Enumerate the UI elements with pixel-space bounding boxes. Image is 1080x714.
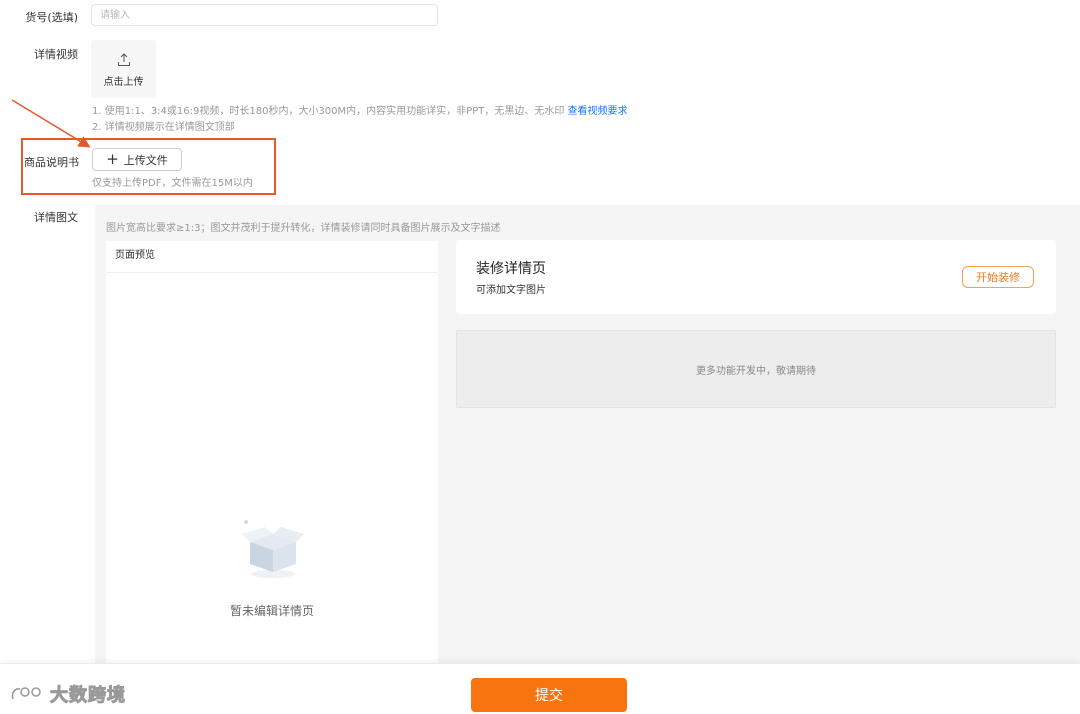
video-upload-button[interactable]: 点击上传 [91,40,156,98]
upload-file-button[interactable]: + 上传文件 [92,148,182,171]
brand-watermark: 大数跨境 [10,681,126,707]
plus-icon: + [106,150,119,168]
submit-button[interactable]: 提交 [471,678,627,712]
video-hint-text: 1. 使用1:1、3:4或16:9视频，时长180秒内，大小300M内，内容实用… [92,106,565,117]
video-label: 详情视频 [34,48,78,61]
video-hint-line2: 2. 详情视频展示在详情图文顶部 [92,122,235,133]
page-preview-panel: 页面预览 [106,241,438,663]
coming-soon-box: 更多功能开发中，敬请期待 [456,330,1056,408]
video-requirements-link[interactable]: 查看视频要求 [568,106,628,117]
item-no-input[interactable] [91,4,438,26]
empty-box-icon [242,520,304,578]
decorate-card: 装修详情页 可添加文字图片 开始装修 [456,240,1056,314]
video-upload-label: 点击上传 [103,77,144,88]
decorate-title: 装修详情页 [476,261,546,277]
detail-hint: 图片宽高比要求≥1:3；图文并茂利于提升转化，详情装修请同时具备图片展示及文字描… [106,223,501,234]
footer-bar: 大数跨境 提交 [0,663,1080,714]
manual-label: 商品说明书 [24,156,79,169]
preview-title: 页面预览 [106,241,438,273]
manual-hint: 仅支持上传PDF，文件需在15M以内 [92,178,253,189]
decorate-subtitle: 可添加文字图片 [476,285,546,296]
start-decorate-button[interactable]: 开始装修 [962,266,1034,288]
brand-text: 大数跨境 [50,685,126,707]
video-hint-line1: 1. 使用1:1、3:4或16:9视频，时长180秒内，大小300M内，内容实用… [92,105,628,118]
empty-state-text: 暂未编辑详情页 [229,604,314,618]
brand-logo-icon [11,687,41,700]
item-no-label: 货号(选填) [25,11,78,24]
upload-icon [91,52,156,71]
detail-label: 详情图文 [34,211,78,224]
upload-file-label: 上传文件 [123,153,168,167]
